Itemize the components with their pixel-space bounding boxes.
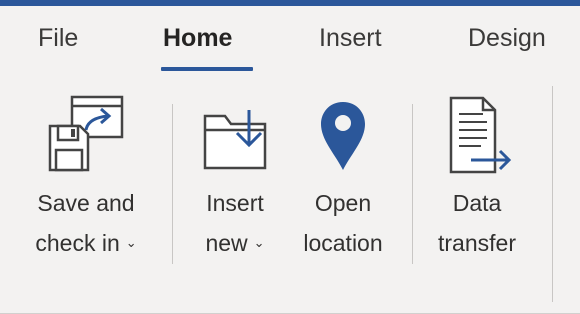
chevron-down-icon[interactable]: ⌄ bbox=[126, 223, 137, 263]
group-separator bbox=[412, 104, 413, 264]
chevron-down-icon[interactable]: ⌄ bbox=[254, 223, 265, 263]
folder-download-icon bbox=[203, 110, 267, 170]
insert-new-label-line2: new bbox=[205, 230, 248, 256]
active-tab-indicator bbox=[161, 67, 253, 71]
insert-new-button[interactable]: Insert new ⌄ bbox=[186, 90, 284, 265]
group-separator bbox=[172, 104, 173, 264]
open-location-button[interactable]: Open location bbox=[288, 90, 398, 265]
open-location-label-line2: location bbox=[303, 230, 383, 256]
tab-file[interactable]: File bbox=[38, 24, 78, 53]
map-pin-icon bbox=[321, 102, 365, 170]
open-location-label-line1: Open bbox=[314, 190, 372, 216]
save-check-in-label-line1: Save and bbox=[37, 190, 135, 216]
tab-home[interactable]: Home bbox=[163, 24, 232, 53]
data-transfer-label-line1: Data bbox=[452, 190, 502, 216]
data-transfer-label-line2: transfer bbox=[438, 230, 516, 256]
save-check-in-label-line2: check in bbox=[35, 230, 120, 256]
tab-design[interactable]: Design bbox=[468, 24, 546, 53]
ribbon-edge-separator bbox=[552, 86, 553, 302]
insert-new-label-line1: Insert bbox=[206, 190, 264, 216]
tab-insert[interactable]: Insert bbox=[319, 24, 382, 53]
save-check-in-icon bbox=[48, 95, 124, 172]
data-transfer-button[interactable]: Data transfer bbox=[422, 90, 532, 265]
save-and-check-in-button[interactable]: Save and check in ⌄ bbox=[18, 90, 154, 265]
ribbon-tabs: File Home Insert Design bbox=[0, 6, 580, 76]
ribbon-home-panel: Save and check in ⌄ Insert new ⌄ Open loca… bbox=[0, 82, 580, 314]
document-arrow-icon bbox=[449, 96, 512, 174]
